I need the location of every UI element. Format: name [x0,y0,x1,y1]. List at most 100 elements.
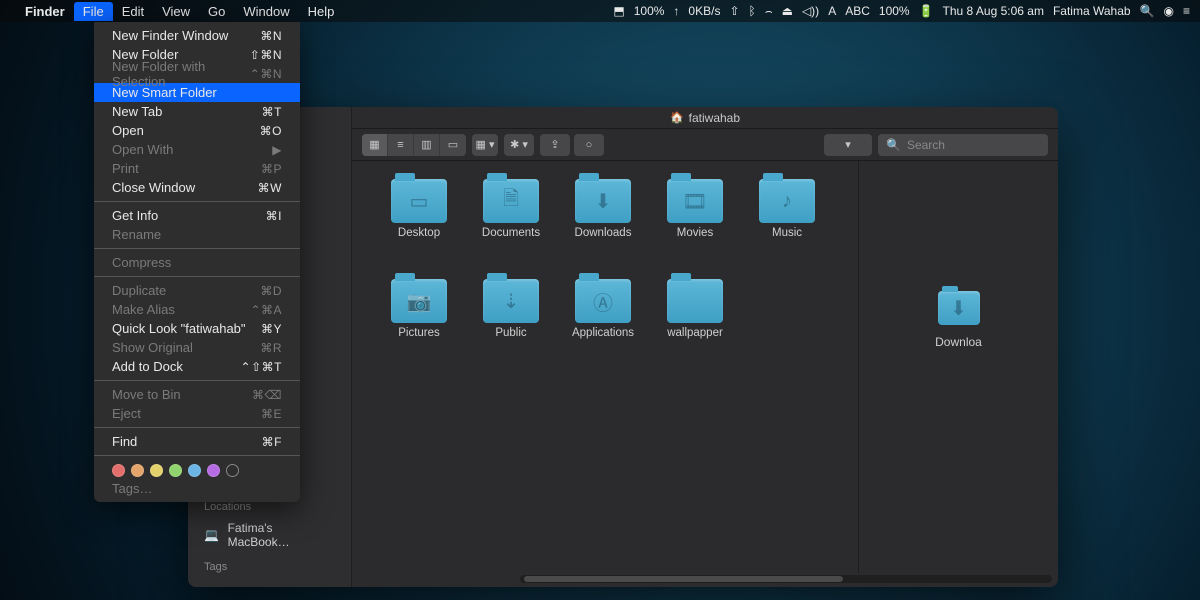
menubar-app-name[interactable]: Finder [16,2,74,21]
folder-desktop[interactable]: ▭Desktop [374,179,464,275]
input-source-label: ABC [845,4,870,18]
eject-icon[interactable]: ⏏ [782,4,793,18]
menu-item-show-original: Show Original⌘R [94,338,300,357]
menu-item-open[interactable]: Open⌘O [94,121,300,140]
window-title: fatiwahab [689,111,740,125]
menubar-item-window[interactable]: Window [234,2,298,21]
tag-red[interactable] [112,464,125,477]
laptop-icon: 💻 [204,529,220,541]
tag-orange[interactable] [131,464,144,477]
applications-glyph-icon: Ⓐ [575,279,631,323]
search-field[interactable]: 🔍 Search [878,134,1048,156]
menu-item-eject: Eject⌘E [94,404,300,423]
network-speed-icon: ↑ [673,4,679,18]
menu-item-new-folder-with-selection: New Folder with Selection⌃⌘N [94,64,300,83]
volume-icon[interactable]: ◁)) [802,4,819,18]
view-gallery-button[interactable]: ▭ [440,134,466,156]
cpu-percent: 100% [634,4,665,18]
menu-item-close-window[interactable]: Close Window⌘W [94,178,300,197]
menubar-username[interactable]: Fatima Wahab [1053,4,1131,18]
menubar-item-view[interactable]: View [153,2,199,21]
menu-item-new-smart-folder[interactable]: New Smart Folder [94,83,300,102]
menubar-status-area: ⬒ 100% ↑ 0KB/s ⇧ ᛒ ⌢ ⏏ ◁)) A ABC 100% 🔋 … [613,4,1190,19]
menubar-datetime[interactable]: Thu 8 Aug 5:06 am [943,4,1044,18]
tag-blue[interactable] [188,464,201,477]
action-menu-button[interactable]: ✱ ▾ [504,134,534,156]
input-source-badge[interactable]: A [828,4,836,18]
menubar-item-file[interactable]: File [74,2,113,21]
search-icon: 🔍 [886,138,901,152]
cloud-upload-icon[interactable]: ⇧ [729,4,739,18]
bluetooth-icon[interactable]: ᛒ [749,4,756,18]
system-menubar: Finder File Edit View Go Window Help ⬒ 1… [0,0,1200,22]
folder-pictures[interactable]: 📷Pictures [374,279,464,375]
menu-item-open-with: Open With▶ [94,140,300,159]
view-mode-group: ▦ ≡ ▥ ▭ [362,134,466,156]
tag-purple[interactable] [207,464,220,477]
menu-item-tags[interactable]: Tags… [94,479,300,498]
folder-applications[interactable]: ⒶApplications [558,279,648,375]
menu-item-compress: Compress [94,253,300,272]
menu-item-quick-look[interactable]: Quick Look "fatiwahab"⌘Y [94,319,300,338]
folder-movies[interactable]: 🎞Movies [650,179,740,275]
share-button[interactable]: ⇪ [540,134,570,156]
preview-item-name: Downloa [935,335,982,349]
spotlight-icon[interactable]: 🔍 [1140,4,1155,18]
folder-documents[interactable]: 🗎Documents [466,179,556,275]
menu-tag-row [94,460,300,479]
document-glyph-icon: 🗎 [483,179,539,223]
menu-item-duplicate: Duplicate⌘D [94,281,300,300]
folder-wallpapper[interactable]: wallpapper [650,279,740,375]
finder-main: 🏠 fatiwahab ▦ ≡ ▥ ▭ ▦ ▾ ✱ ▾ ⇪ ○ ▾ 🔍 Sear… [352,107,1058,587]
menu-separator [94,380,300,381]
menu-item-get-info[interactable]: Get Info⌘I [94,206,300,225]
view-icons-button[interactable]: ▦ [362,134,388,156]
desktop-glyph-icon: ▭ [391,179,447,223]
cpu-icon: ⬒ [613,4,624,18]
tag-green[interactable] [169,464,182,477]
public-glyph-icon: ⇣ [483,279,539,323]
menu-separator [94,276,300,277]
view-columns-button[interactable]: ▥ [414,134,440,156]
generic-folder-glyph-icon [667,279,723,323]
menu-separator [94,201,300,202]
menubar-left: Finder File Edit View Go Window Help [10,2,343,21]
search-placeholder: Search [907,138,945,152]
preview-folder-icon: ⬇ [938,291,980,325]
menu-separator [94,248,300,249]
preview-pane: ⬇ Downloa [858,161,1058,573]
view-list-button[interactable]: ≡ [388,134,414,156]
download-glyph-icon: ⬇ [938,291,980,325]
folder-downloads[interactable]: ⬇Downloads [558,179,648,275]
tag-none[interactable] [226,464,239,477]
tag-yellow[interactable] [150,464,163,477]
file-menu-dropdown: New Finder Window⌘N New Folder⇧⌘N New Fo… [94,22,300,502]
siri-icon[interactable]: ◉ [1164,4,1174,18]
path-dropdown[interactable]: ▾ [824,134,872,156]
edit-tags-button[interactable]: ○ [574,134,604,156]
arrange-button[interactable]: ▦ ▾ [472,134,498,156]
menu-item-make-alias: Make Alias⌃⌘A [94,300,300,319]
menubar-item-edit[interactable]: Edit [113,2,153,21]
finder-titlebar: 🏠 fatiwahab [352,107,1058,129]
menu-item-find[interactable]: Find⌘F [94,432,300,451]
folder-music[interactable]: ♪Music [742,179,832,275]
folder-public[interactable]: ⇣Public [466,279,556,375]
finder-window: iCloud ☁ iCloud Drive Locations 💻 Fatima… [188,107,1058,587]
pictures-glyph-icon: 📷 [391,279,447,323]
horizontal-scrollbar[interactable] [520,575,1052,583]
notification-center-icon[interactable]: ≡ [1183,4,1190,18]
menu-separator [94,455,300,456]
menu-item-add-to-dock[interactable]: Add to Dock⌃⇧⌘T [94,357,300,376]
menubar-item-help[interactable]: Help [299,2,344,21]
wifi-icon[interactable]: ⌢ [765,4,773,19]
menu-item-new-finder-window[interactable]: New Finder Window⌘N [94,26,300,45]
sidebar-label: Fatima's MacBook… [228,521,335,549]
sidebar-item-macbook[interactable]: 💻 Fatima's MacBook… [188,517,351,553]
music-glyph-icon: ♪ [759,179,815,223]
menu-item-new-tab[interactable]: New Tab⌘T [94,102,300,121]
menubar-item-go[interactable]: Go [199,2,234,21]
download-glyph-icon: ⬇ [575,179,631,223]
home-icon: 🏠 [670,111,684,124]
battery-icon[interactable]: 🔋 [919,4,934,18]
